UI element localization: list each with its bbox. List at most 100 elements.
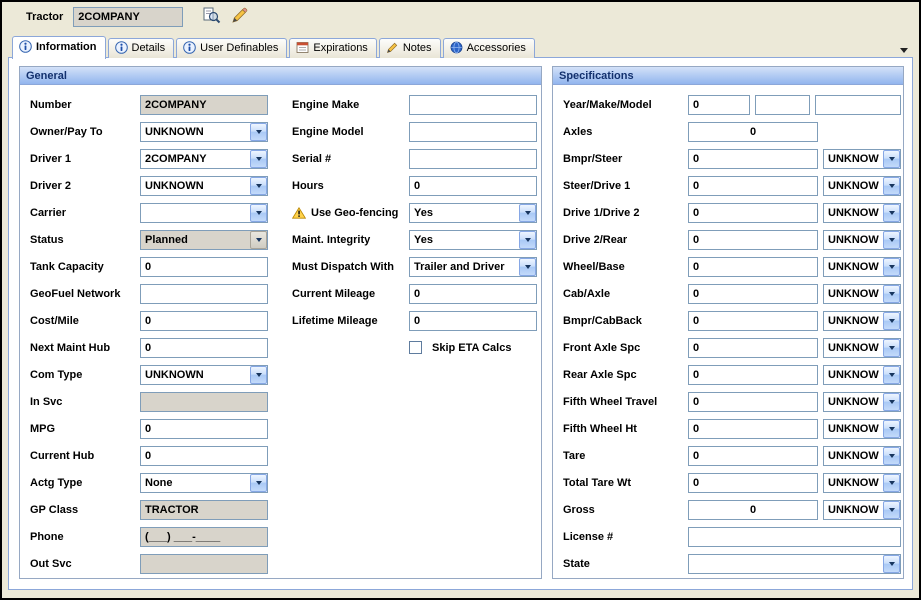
field-controls (140, 527, 268, 547)
combo-driver-1[interactable]: 2COMPANY (140, 149, 268, 169)
field-tank-capacity[interactable] (140, 257, 268, 277)
combo-wheel-base[interactable]: UNKNOW (823, 257, 901, 277)
combo-actg-type[interactable]: None (140, 473, 268, 493)
tab-accessories[interactable]: Accessories (443, 38, 535, 58)
field-fifth-wheel-travel[interactable] (688, 392, 818, 412)
combo-value: UNKNOW (824, 315, 883, 327)
combo-gross[interactable]: UNKNOW (823, 500, 901, 520)
combo-drive-2-rear[interactable]: UNKNOW (823, 230, 901, 250)
find-button[interactable] (197, 5, 225, 29)
field-next-maint-hub[interactable] (140, 338, 268, 358)
tractor-id-input[interactable] (73, 7, 183, 27)
field-tare[interactable] (688, 446, 818, 466)
field-axles[interactable] (688, 122, 818, 142)
field-total-tare-wt[interactable] (688, 473, 818, 493)
combo-use-geo-fencing[interactable]: Yes (409, 203, 537, 223)
combo-total-tare-wt[interactable]: UNKNOW (823, 473, 901, 493)
combo-owner-pay-to[interactable]: UNKNOWN (140, 122, 268, 142)
dropdown-arrow-icon[interactable] (883, 339, 900, 357)
dropdown-arrow-icon[interactable] (250, 474, 267, 492)
tab-details[interactable]: Details (108, 38, 175, 58)
field-steer-drive-1[interactable] (688, 176, 818, 196)
dropdown-arrow-icon[interactable] (250, 366, 267, 384)
tab-information[interactable]: Information (12, 36, 106, 59)
field-hours[interactable] (409, 176, 537, 196)
field-drive-1-drive-2[interactable] (688, 203, 818, 223)
dropdown-arrow-icon[interactable] (883, 312, 900, 330)
dropdown-arrow-icon[interactable] (250, 204, 267, 222)
dropdown-arrow-icon[interactable] (883, 231, 900, 249)
dropdown-arrow-icon[interactable] (250, 150, 267, 168)
field-fifth-wheel-ht[interactable] (688, 419, 818, 439)
field-label: Driver 1 (30, 153, 140, 165)
dropdown-arrow-icon[interactable] (883, 177, 900, 195)
dropdown-arrow-icon[interactable] (250, 177, 267, 195)
field-gross[interactable] (688, 500, 818, 520)
combo-bmpr-cabback[interactable]: UNKNOW (823, 311, 901, 331)
dropdown-arrow-icon[interactable] (519, 204, 536, 222)
field-current-mileage[interactable] (409, 284, 537, 304)
tab-overflow-chevron-down-icon[interactable] (897, 44, 911, 56)
combo-state[interactable] (688, 554, 901, 574)
dropdown-arrow-icon[interactable] (883, 366, 900, 384)
combo-cab-axle[interactable]: UNKNOW (823, 284, 901, 304)
tab-user-definables[interactable]: User Definables (176, 38, 287, 58)
dropdown-arrow-icon[interactable] (883, 285, 900, 303)
field-mpg[interactable] (140, 419, 268, 439)
dropdown-arrow-icon[interactable] (883, 258, 900, 276)
field-geofuel-network[interactable] (140, 284, 268, 304)
combo-carrier[interactable] (140, 203, 268, 223)
combo-front-axle-spc[interactable]: UNKNOW (823, 338, 901, 358)
field-bmpr-steer[interactable] (688, 149, 818, 169)
pencil-icon (386, 41, 399, 54)
combo-maint-integrity[interactable]: Yes (409, 230, 537, 250)
combo-com-type[interactable]: UNKNOWN (140, 365, 268, 385)
combo-driver-2[interactable]: UNKNOWN (140, 176, 268, 196)
field-rear-axle-spc[interactable] (688, 365, 818, 385)
field-year-make-model-2[interactable] (755, 95, 810, 115)
dropdown-arrow-icon[interactable] (883, 393, 900, 411)
field-cab-axle[interactable] (688, 284, 818, 304)
dropdown-arrow-icon[interactable] (883, 555, 900, 573)
field-year-make-model-3[interactable] (815, 95, 901, 115)
combo-rear-axle-spc[interactable]: UNKNOW (823, 365, 901, 385)
field-year-make-model-1[interactable] (688, 95, 750, 115)
combo-fifth-wheel-travel[interactable]: UNKNOW (823, 392, 901, 412)
field-engine-model[interactable] (409, 122, 537, 142)
row-mpg: MPG (30, 415, 268, 442)
field-engine-make[interactable] (409, 95, 537, 115)
combo-tare[interactable]: UNKNOW (823, 446, 901, 466)
field-cost-mile[interactable] (140, 311, 268, 331)
checkbox-skip-eta-calcs[interactable] (409, 341, 422, 354)
combo-drive-1-drive-2[interactable]: UNKNOW (823, 203, 901, 223)
field-lifetime-mileage[interactable] (409, 311, 537, 331)
combo-must-dispatch-with[interactable]: Trailer and Driver (409, 257, 537, 277)
edit-button[interactable] (225, 5, 253, 29)
field-label: Front Axle Spc (563, 342, 688, 354)
field-current-hub[interactable] (140, 446, 268, 466)
field-label: Phone (30, 531, 140, 543)
combo-steer-drive-1[interactable]: UNKNOW (823, 176, 901, 196)
dropdown-arrow-icon[interactable] (250, 123, 267, 141)
dropdown-arrow-icon[interactable] (519, 231, 536, 249)
dropdown-arrow-icon[interactable] (883, 447, 900, 465)
tab-expirations[interactable]: Expirations (289, 38, 376, 58)
tab-notes[interactable]: Notes (379, 38, 441, 58)
dropdown-arrow-icon[interactable] (883, 501, 900, 519)
dropdown-arrow-icon[interactable] (883, 474, 900, 492)
combo-bmpr-steer[interactable]: UNKNOW (823, 149, 901, 169)
field-license[interactable] (688, 527, 901, 547)
dropdown-arrow-icon[interactable] (519, 258, 536, 276)
field-drive-2-rear[interactable] (688, 230, 818, 250)
field-wheel-base[interactable] (688, 257, 818, 277)
field-front-axle-spc[interactable] (688, 338, 818, 358)
field-serial[interactable] (409, 149, 537, 169)
field-controls: UNKNOW (688, 365, 901, 385)
dropdown-arrow-icon[interactable] (883, 204, 900, 222)
combo-fifth-wheel-ht[interactable]: UNKNOW (823, 419, 901, 439)
dropdown-arrow-icon[interactable] (883, 420, 900, 438)
field-label: Lifetime Mileage (292, 315, 409, 327)
dropdown-arrow-icon[interactable] (883, 150, 900, 168)
specifications-rows: Year/Make/ModelAxlesBmpr/SteerUNKNOWStee… (563, 91, 903, 577)
field-bmpr-cabback[interactable] (688, 311, 818, 331)
